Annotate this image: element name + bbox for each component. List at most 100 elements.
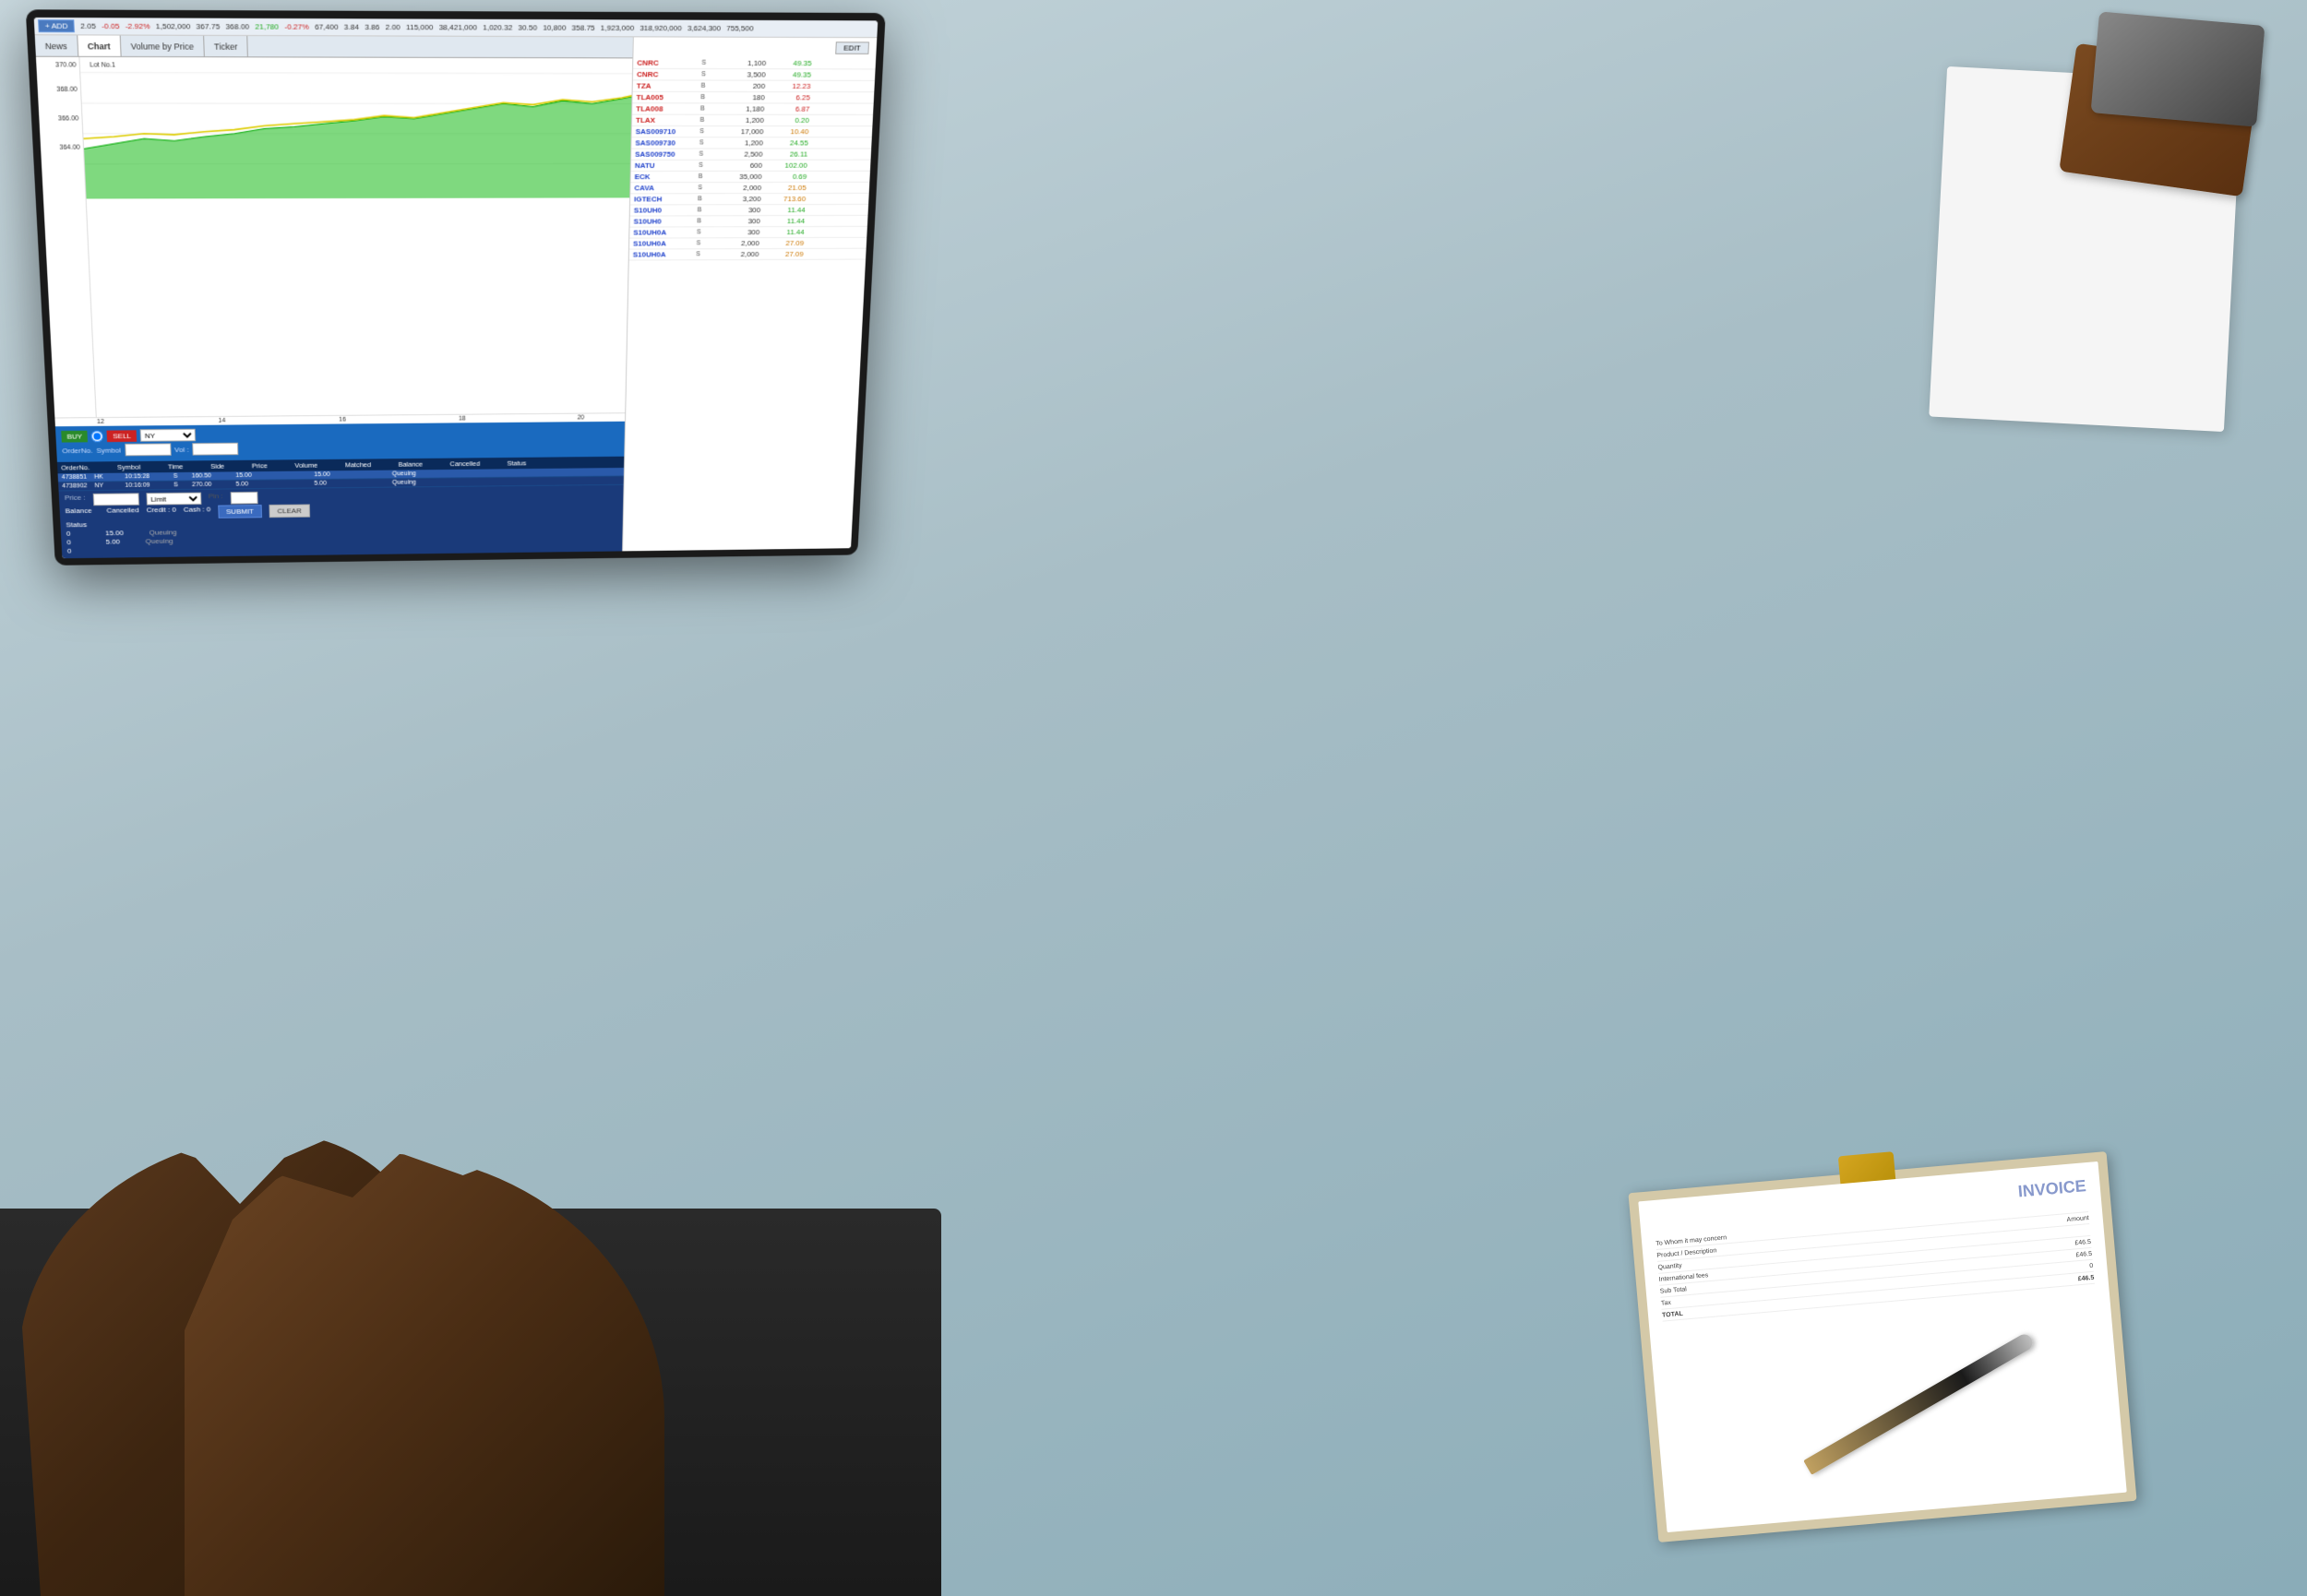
depth-vol-2: 200 <box>719 82 766 90</box>
depth-symbol-9: NATU <box>635 161 695 170</box>
depth-symbol-12: IGTECH <box>634 195 694 203</box>
depth-row-7[interactable]: SAS009730 S 1,200 24.55 <box>631 137 872 149</box>
row1-matched <box>275 472 307 479</box>
tab-news[interactable]: News <box>35 35 78 56</box>
depth-row-6[interactable]: SAS009710 S 17,000 10.40 <box>632 126 873 137</box>
balance-zero-1: 0 <box>66 530 71 538</box>
depth-row-2[interactable]: TZA B 200 12.23 <box>633 80 875 92</box>
tab-bar: News Chart Volume by Price Ticker <box>35 35 633 58</box>
tab-chart[interactable]: Chart <box>78 35 122 56</box>
depth-price-9: 102.00 <box>766 161 807 170</box>
depth-symbol-2: TZA <box>637 81 698 89</box>
depth-row-12[interactable]: IGTECH B 3,200 713.60 <box>630 194 869 206</box>
row1-volume: 15.00 <box>235 472 268 479</box>
row1-orderno: 4738851 <box>62 474 88 481</box>
depth-row-4[interactable]: TLA008 B 1,180 6.87 <box>632 103 874 115</box>
time-20: 20 <box>578 415 585 422</box>
ticker-col2-1: 368.00 <box>225 22 249 31</box>
cancelled-label: Cancelled <box>106 506 139 520</box>
depth-row-0[interactable]: CNRC S 1,100 49.35 <box>633 57 876 69</box>
add-button[interactable]: + ADD <box>38 19 75 32</box>
order-type-select[interactable]: Limit <box>146 493 201 506</box>
depth-row-11[interactable]: CAVA S 2,000 21.05 <box>630 183 869 194</box>
depth-vol-11: 2,000 <box>715 184 761 192</box>
balance-label: Balance <box>65 506 92 520</box>
sell-button[interactable]: SELL <box>107 430 137 442</box>
depth-vol-4: 1,180 <box>718 104 765 113</box>
order-no-label: OrderNo. <box>62 447 92 455</box>
row2-balance: 5.00 <box>314 481 346 487</box>
submit-button[interactable]: SUBMIT <box>218 505 262 518</box>
depth-vol-6: 17,000 <box>717 127 763 136</box>
market-select[interactable]: NY HK <box>140 429 197 442</box>
ticker-price-1: 2.05 <box>80 21 96 30</box>
symbol-input[interactable] <box>125 443 172 456</box>
depth-symbol-16: S10UH0A <box>633 239 693 247</box>
depth-row-9[interactable]: NATU S 600 102.00 <box>631 161 871 172</box>
depth-vol-5: 1,200 <box>718 116 765 125</box>
col-time: Time <box>168 462 184 470</box>
depth-symbol-15: S10UH0A <box>633 228 693 236</box>
balance-value <box>99 506 100 519</box>
tab-ticker[interactable]: Ticker <box>204 36 248 56</box>
chart-area: 370.00 368.00 366.00 364.00 <box>36 57 632 418</box>
depth-price-3: 6.25 <box>769 93 811 101</box>
depth-side-9: S <box>699 162 712 169</box>
row2-matched <box>275 481 307 487</box>
tab-volume-by-price[interactable]: Volume by Price <box>121 36 205 57</box>
ticker-col3-2: 3.86 <box>365 23 379 32</box>
buy-button[interactable]: BUY <box>61 430 88 442</box>
depth-row-16[interactable]: S10UH0A S 2,000 27.09 <box>629 238 867 250</box>
balance-15: 15.00 <box>105 529 124 537</box>
pin-label: Pin : <box>209 492 223 504</box>
depth-side-17: S <box>696 251 710 257</box>
depth-side-15: S <box>697 229 711 235</box>
price-input[interactable] <box>92 493 138 506</box>
lot-label: Lot No.1 <box>90 62 115 68</box>
row2-orderno: 4738902 <box>62 483 88 490</box>
invoice-paper: INVOICE To Whom it may concern Product /… <box>1638 1161 2126 1532</box>
depth-row-1[interactable]: CNRC S 3,500 49.35 <box>633 69 876 81</box>
invoice-label-5: Tax <box>1661 1300 1671 1307</box>
depth-vol-8: 2,500 <box>716 150 762 159</box>
depth-symbol-0: CNRC <box>637 58 698 67</box>
ticker-755k: 755,500 <box>726 24 754 33</box>
depth-vol-13: 300 <box>714 206 760 214</box>
edit-button[interactable]: EDIT <box>835 42 869 54</box>
ticker-38m: 38,421,000 <box>439 23 477 32</box>
col-status: Status <box>507 459 526 468</box>
depth-symbol-6: SAS009710 <box>636 127 697 136</box>
depth-row-14[interactable]: S10UH0 B 300 11.44 <box>629 216 867 228</box>
depth-side-7: S <box>699 139 713 146</box>
order-panel: BUY SELL NY HK OrderNo. Symbol Vol : <box>55 422 625 462</box>
status-queuing-2: Queuing <box>145 537 173 545</box>
clear-button[interactable]: CLEAR <box>269 505 309 518</box>
depth-row-10[interactable]: ECK B 35,000 0.69 <box>631 172 870 183</box>
depth-side-5: B <box>699 117 713 124</box>
row2-price: 270.00 <box>192 482 229 488</box>
depth-price-7: 24.55 <box>767 138 808 147</box>
depth-symbol-5: TLAX <box>636 116 697 125</box>
depth-row-15[interactable]: S10UH0A S 300 11.44 <box>629 227 867 239</box>
depth-price-4: 6.87 <box>768 104 809 113</box>
time-16: 16 <box>339 417 346 423</box>
row1-balance: 15.00 <box>314 471 346 478</box>
row1-time: 10:15:28 <box>125 473 166 480</box>
row2-status: Queuing <box>392 480 416 486</box>
col-cancelled: Cancelled <box>450 459 481 468</box>
cash-label: Cash : 0 <box>184 506 211 519</box>
invoice-label-3: International fees <box>1658 1272 1708 1283</box>
pin-input[interactable] <box>230 492 257 505</box>
invoice-value-5: 0 <box>2089 1263 2094 1269</box>
ticker-358: 358.75 <box>571 23 594 32</box>
depth-row-5[interactable]: TLAX B 1,200 0.20 <box>632 115 873 126</box>
sell-radio[interactable] <box>91 430 104 442</box>
depth-row-17[interactable]: S10UH0A S 2,000 27.09 <box>629 249 867 261</box>
depth-price-1: 49.35 <box>770 70 812 78</box>
depth-row-8[interactable]: SAS009750 S 2,500 26.11 <box>631 149 871 161</box>
vol-input[interactable] <box>192 443 238 456</box>
ticker-extra-1: 367.75 <box>196 22 220 31</box>
depth-row-3[interactable]: TLA005 B 180 6.25 <box>632 92 874 104</box>
depth-symbol-8: SAS009750 <box>635 150 696 159</box>
depth-row-13[interactable]: S10UH0 B 300 11.44 <box>630 205 868 217</box>
